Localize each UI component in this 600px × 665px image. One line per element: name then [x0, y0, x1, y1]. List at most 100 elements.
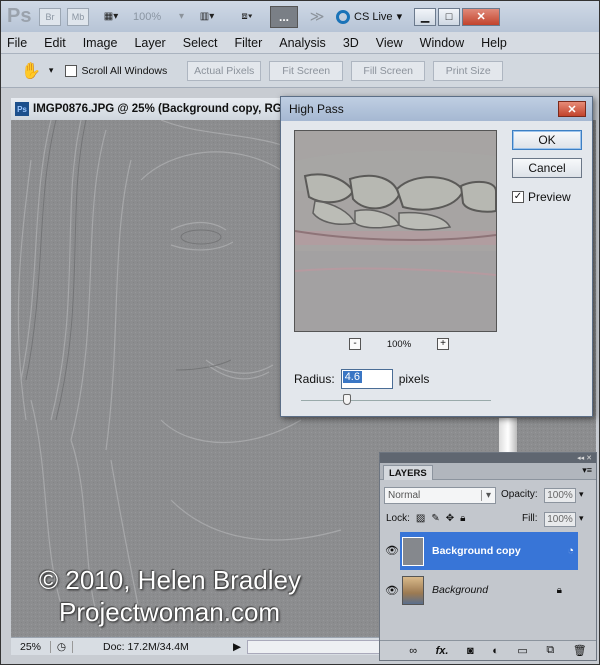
filter-preview[interactable]: [294, 130, 497, 332]
radius-slider-track[interactable]: [301, 400, 491, 401]
ok-button[interactable]: OK: [512, 130, 582, 150]
menu-help[interactable]: Help: [481, 36, 507, 50]
visibility-eye-icon[interactable]: 👁︎: [384, 532, 400, 570]
chevron-down-icon: ▾: [396, 11, 403, 23]
cancel-button[interactable]: Cancel: [512, 158, 582, 178]
delete-layer-icon[interactable]: 🗑︎: [573, 644, 587, 657]
website-watermark: Projectwoman.com: [59, 597, 281, 627]
hand-tool-icon[interactable]: ✋: [21, 61, 41, 81]
expand-workspaces-button[interactable]: ≫: [304, 7, 330, 27]
document-size-info: Doc: 17.2M/34.4M: [103, 640, 189, 653]
collapse-panel-icon[interactable]: ◂◂ ✕: [577, 454, 592, 462]
chevron-down-icon: ▾: [481, 490, 495, 501]
lock-label: Lock:: [386, 513, 410, 524]
lock-image-icon[interactable]: ✎: [431, 513, 439, 524]
opacity-label: Opacity:: [501, 489, 538, 500]
new-layer-icon[interactable]: ⧉: [546, 644, 554, 657]
high-pass-dialog: High Pass ✕ OK Cancel ✓ Preview - 100% +…: [280, 96, 593, 417]
minimize-button[interactable]: ▁: [414, 7, 437, 26]
document-tab[interactable]: Ps IMGP0876.JPG @ 25% (Background copy, …: [11, 98, 311, 120]
view-extras-icon: ▦▾: [103, 11, 119, 22]
menu-edit[interactable]: Edit: [44, 36, 66, 50]
arrange-documents-icon: ▥▾: [199, 11, 215, 22]
fit-screen-button[interactable]: Fit Screen: [269, 60, 344, 81]
arrange-documents-button[interactable]: ▥▾: [190, 7, 224, 27]
lock-all-icon[interactable]: 🔒︎: [460, 513, 465, 524]
layer-locked-icon: 🔒︎: [556, 584, 562, 596]
screen-mode-icon: ⧈▾: [241, 11, 253, 22]
menu-view[interactable]: View: [376, 36, 403, 50]
menu-image[interactable]: Image: [83, 36, 118, 50]
fill-field[interactable]: 100%: [544, 512, 576, 527]
dialog-title: High Pass: [289, 102, 344, 116]
preview-zoom-controls: - 100% +: [349, 338, 449, 350]
lock-transparent-icon[interactable]: ▨: [416, 513, 425, 524]
zoom-out-button[interactable]: -: [349, 338, 361, 350]
horizontal-scrollbar[interactable]: [247, 639, 381, 654]
opacity-field[interactable]: 100%: [544, 488, 576, 503]
lock-row: Lock: ▨ ✎ ✥ 🔒︎: [386, 513, 465, 524]
menu-file[interactable]: File: [7, 36, 27, 50]
copyright-watermark: © 2010, Helen Bradley: [39, 565, 301, 595]
link-layers-icon[interactable]: ∞: [409, 645, 417, 657]
maximize-button[interactable]: □: [438, 7, 461, 26]
menu-window[interactable]: Window: [420, 36, 464, 50]
status-menu-arrow-icon[interactable]: ▶: [233, 641, 247, 653]
panel-menu-icon[interactable]: ▾≡: [582, 465, 592, 476]
layer-style-icon[interactable]: ◔: [567, 545, 574, 557]
actual-pixels-button[interactable]: Actual Pixels: [187, 60, 262, 81]
preview-checkbox[interactable]: ✓: [512, 191, 524, 203]
dialog-close-button[interactable]: ✕: [558, 101, 586, 117]
preview-toggle[interactable]: ✓ Preview: [512, 190, 571, 204]
adjustment-layer-icon[interactable]: ◐: [492, 645, 499, 657]
layer-thumbnail: [402, 536, 424, 566]
menu-filter[interactable]: Filter: [234, 36, 262, 50]
menu-layer[interactable]: Layer: [134, 36, 165, 50]
zoom-level-dropdown[interactable]: 100% ▾: [133, 7, 184, 27]
status-menu-icon[interactable]: ◷: [51, 640, 73, 653]
opacity-chevron-icon[interactable]: ▾: [579, 489, 584, 500]
layer-style-button[interactable]: fx.: [436, 645, 449, 657]
layer-row-background[interactable]: 👁︎ Background 🔒︎: [384, 571, 578, 609]
application-bar: Ps Br Mb ▦▾ 100% ▾ ▥▾ ⧈▾ ... ≫ CS Live ▾…: [1, 1, 599, 32]
mini-bridge-button[interactable]: Mb: [67, 7, 89, 27]
close-button[interactable]: ✕: [462, 7, 501, 26]
cs-live-button[interactable]: CS Live ▾: [336, 9, 403, 24]
dialog-title-bar[interactable]: High Pass ✕: [281, 97, 592, 121]
document-type-icon: Ps: [15, 102, 29, 116]
launch-bridge-button[interactable]: Br: [39, 7, 61, 27]
new-group-icon[interactable]: ▭: [517, 644, 527, 657]
close-icon: ✕: [567, 103, 577, 116]
visibility-eye-icon[interactable]: 👁︎: [384, 584, 400, 597]
screen-mode-button[interactable]: ⧈▾: [230, 7, 264, 27]
add-mask-icon[interactable]: ◙: [467, 645, 474, 657]
panel-header: ◂◂ ✕: [380, 453, 596, 463]
radius-input[interactable]: 4.6: [340, 369, 393, 389]
blend-mode-dropdown[interactable]: Normal ▾: [384, 487, 496, 504]
lock-position-icon[interactable]: ✥: [446, 513, 454, 524]
workspace-more-button[interactable]: ...: [270, 5, 299, 28]
fill-screen-button[interactable]: Fill Screen: [351, 60, 426, 81]
print-size-button[interactable]: Print Size: [433, 60, 504, 81]
scroll-all-windows-checkbox[interactable]: [65, 64, 78, 77]
menu-select[interactable]: Select: [183, 36, 218, 50]
tab-layers[interactable]: LAYERS: [383, 465, 433, 480]
fill-chevron-icon[interactable]: ▾: [579, 513, 584, 524]
menu-3d[interactable]: 3D: [343, 36, 359, 50]
radius-unit: pixels: [398, 372, 430, 386]
maximize-icon: □: [445, 10, 453, 23]
cs-live-icon: [336, 9, 351, 24]
layer-name: Background copy: [432, 545, 521, 557]
menu-analysis[interactable]: Analysis: [279, 36, 326, 50]
layer-name: Background: [432, 584, 489, 596]
options-bar: ✋ ▾ Scroll All Windows Actual Pixels Fit…: [1, 54, 599, 88]
zoom-in-button[interactable]: +: [437, 338, 449, 350]
view-extras-button[interactable]: ▦▾: [95, 7, 127, 27]
vertical-scrollbar[interactable]: [499, 418, 517, 452]
menu-bar: File Edit Image Layer Select Filter Anal…: [1, 32, 599, 54]
zoom-field[interactable]: 25%: [11, 640, 51, 653]
layer-row-background-copy[interactable]: 👁︎ Background copy ◔: [384, 532, 578, 570]
radius-slider-thumb[interactable]: [343, 394, 351, 405]
tool-preset-chevron-icon[interactable]: ▾: [49, 65, 54, 76]
document-title: IMGP0876.JPG @ 25% (Background copy, RGB…: [33, 103, 300, 115]
